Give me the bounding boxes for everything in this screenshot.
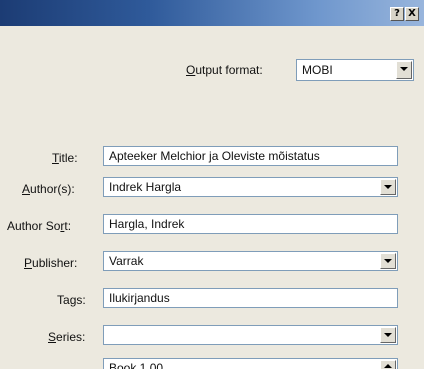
help-button[interactable]: ? bbox=[390, 7, 404, 21]
authors-value: Indrek Hargla bbox=[109, 180, 182, 194]
title-field[interactable]: Apteeker Melchior ja Oleviste mõistatus bbox=[103, 146, 398, 166]
output-format-value: MOBI bbox=[302, 63, 333, 77]
author-sort-value: Hargla, Indrek bbox=[109, 217, 185, 231]
chevron-down-icon[interactable] bbox=[380, 327, 396, 343]
tags-label: Tags: bbox=[57, 293, 86, 307]
tags-field[interactable]: Ilukirjandus bbox=[103, 288, 398, 308]
chevron-down-icon[interactable] bbox=[380, 253, 396, 269]
series-label: Series: bbox=[48, 330, 86, 344]
close-button[interactable]: X bbox=[405, 7, 419, 21]
tags-value: Ilukirjandus bbox=[109, 291, 170, 305]
author-sort-field[interactable]: Hargla, Indrek bbox=[103, 214, 398, 234]
author-sort-label: Author Sort: bbox=[7, 219, 72, 233]
title-label: Title: bbox=[52, 151, 78, 165]
authors-label: Author(s): bbox=[22, 182, 75, 196]
publisher-combo[interactable]: Varrak bbox=[103, 251, 398, 271]
convert-dialog: ? X Output format: MOBI Title: Apteeker … bbox=[0, 0, 424, 369]
output-format-label: Output format: bbox=[186, 63, 263, 77]
series-index-spinbox[interactable]: Book 1.00 bbox=[103, 358, 398, 369]
chevron-up-icon[interactable] bbox=[380, 360, 396, 369]
title-value: Apteeker Melchior ja Oleviste mõistatus bbox=[109, 149, 320, 163]
publisher-value: Varrak bbox=[109, 254, 144, 268]
title-bar: ? X bbox=[0, 0, 424, 26]
chevron-down-icon[interactable] bbox=[380, 179, 396, 195]
output-format-select[interactable]: MOBI bbox=[296, 59, 414, 81]
series-combo[interactable] bbox=[103, 325, 398, 345]
publisher-label: Publisher: bbox=[24, 256, 78, 270]
chevron-down-icon[interactable] bbox=[396, 61, 412, 79]
series-index-value: Book 1.00 bbox=[109, 361, 164, 369]
authors-combo[interactable]: Indrek Hargla bbox=[103, 177, 398, 197]
